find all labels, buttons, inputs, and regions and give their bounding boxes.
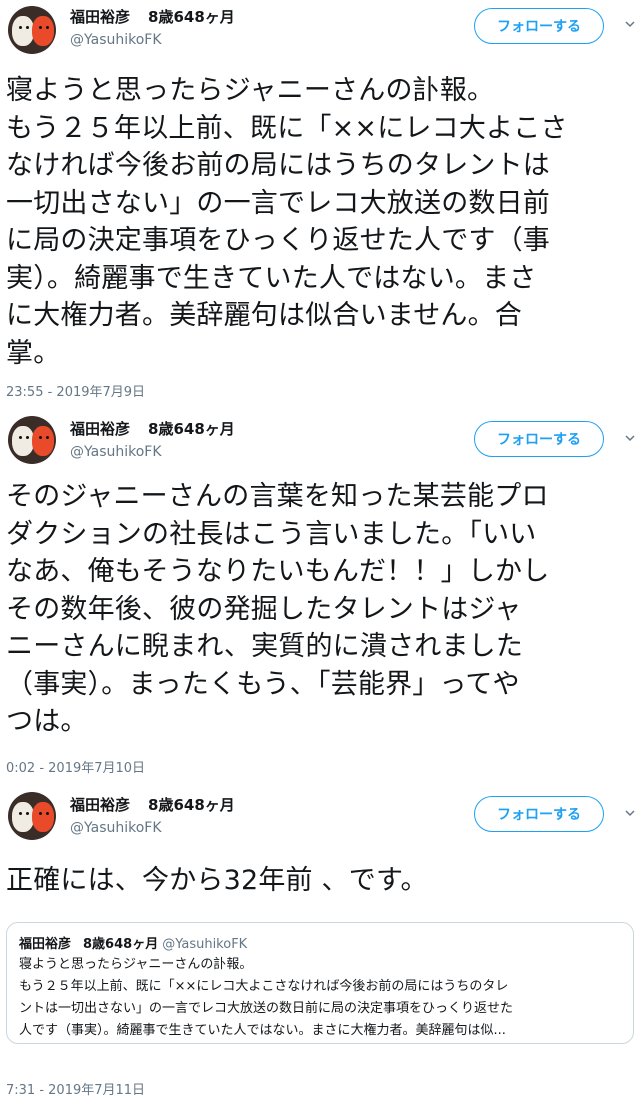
author-name[interactable]: 福田裕彦 8歳648ヶ月	[70, 794, 235, 815]
follow-button[interactable]: フォローする	[474, 421, 604, 457]
display-name[interactable]: 福田裕彦	[70, 420, 130, 438]
chevron-down-icon[interactable]	[624, 18, 636, 30]
author-handle[interactable]: @YasuhikoFK	[70, 820, 162, 836]
tweet-text: そのジャニーさんの言葉を知った某芸能プロ ダクションの社長はこう言いました。「い…	[6, 481, 550, 737]
follow-button[interactable]: フォローする	[474, 8, 604, 44]
quoted-tweet[interactable]: 福田裕彦 8歳648ヶ月 @YasuhikoFK 寝ようと思ったらジャニーさんの訃報…	[6, 922, 634, 1044]
chevron-down-icon[interactable]	[624, 432, 636, 444]
display-name[interactable]: 福田裕彦	[70, 796, 130, 814]
author-name[interactable]: 福田裕彦 8歳648ヶ月	[70, 418, 235, 439]
author-name[interactable]: 福田裕彦 8歳648ヶ月	[70, 6, 235, 27]
quoted-author-handle: @YasuhikoFK	[162, 937, 248, 952]
author-handle[interactable]: @YasuhikoFK	[70, 32, 162, 48]
avatar[interactable]	[8, 6, 56, 54]
tweet: 福田裕彦 8歳648ヶ月 @YasuhikoFK フォローする そのジャニーさんの…	[0, 402, 640, 778]
tweet: 福田裕彦 8歳648ヶ月 @YasuhikoFK フォローする 寝ようと思ったらジ…	[0, 0, 640, 402]
follow-button[interactable]: フォローする	[474, 796, 604, 832]
timestamp[interactable]: 23:55 - 2019年7月9日	[6, 381, 145, 400]
quoted-tweet-text: 寝ようと思ったらジャニーさんの訃報。 もう２５年以上前、既に「××にレコ大よこさ…	[19, 957, 514, 1038]
author-handle[interactable]: @YasuhikoFK	[70, 444, 162, 460]
tweet: 福田裕彦 8歳648ヶ月 @YasuhikoFK フォローする 正確には、今から3…	[0, 778, 640, 1101]
display-name-age[interactable]: 8歳648ヶ月	[148, 420, 235, 438]
display-name[interactable]: 福田裕彦	[70, 8, 130, 26]
timestamp[interactable]: 0:02 - 2019年7月10日	[6, 757, 145, 776]
avatar[interactable]	[8, 416, 56, 464]
timestamp[interactable]: 7:31 - 2019年7月11日	[6, 1079, 145, 1098]
avatar[interactable]	[8, 792, 56, 840]
chevron-down-icon[interactable]	[624, 807, 636, 819]
quoted-author-name: 福田裕彦	[19, 937, 72, 952]
tweet-text: 正確には、今から32年前 、です。	[6, 865, 428, 896]
quoted-author-age: 8歳648ヶ月	[83, 937, 159, 952]
display-name-age[interactable]: 8歳648ヶ月	[148, 8, 235, 26]
display-name-age[interactable]: 8歳648ヶ月	[148, 796, 235, 814]
quoted-tweet-header: 福田裕彦 8歳648ヶ月 @YasuhikoFK	[19, 933, 247, 952]
tweet-text: 寝ようと思ったらジャニーさんの訃報。 もう２５年以上前、既に「××にレコ大よこさ…	[6, 75, 568, 369]
